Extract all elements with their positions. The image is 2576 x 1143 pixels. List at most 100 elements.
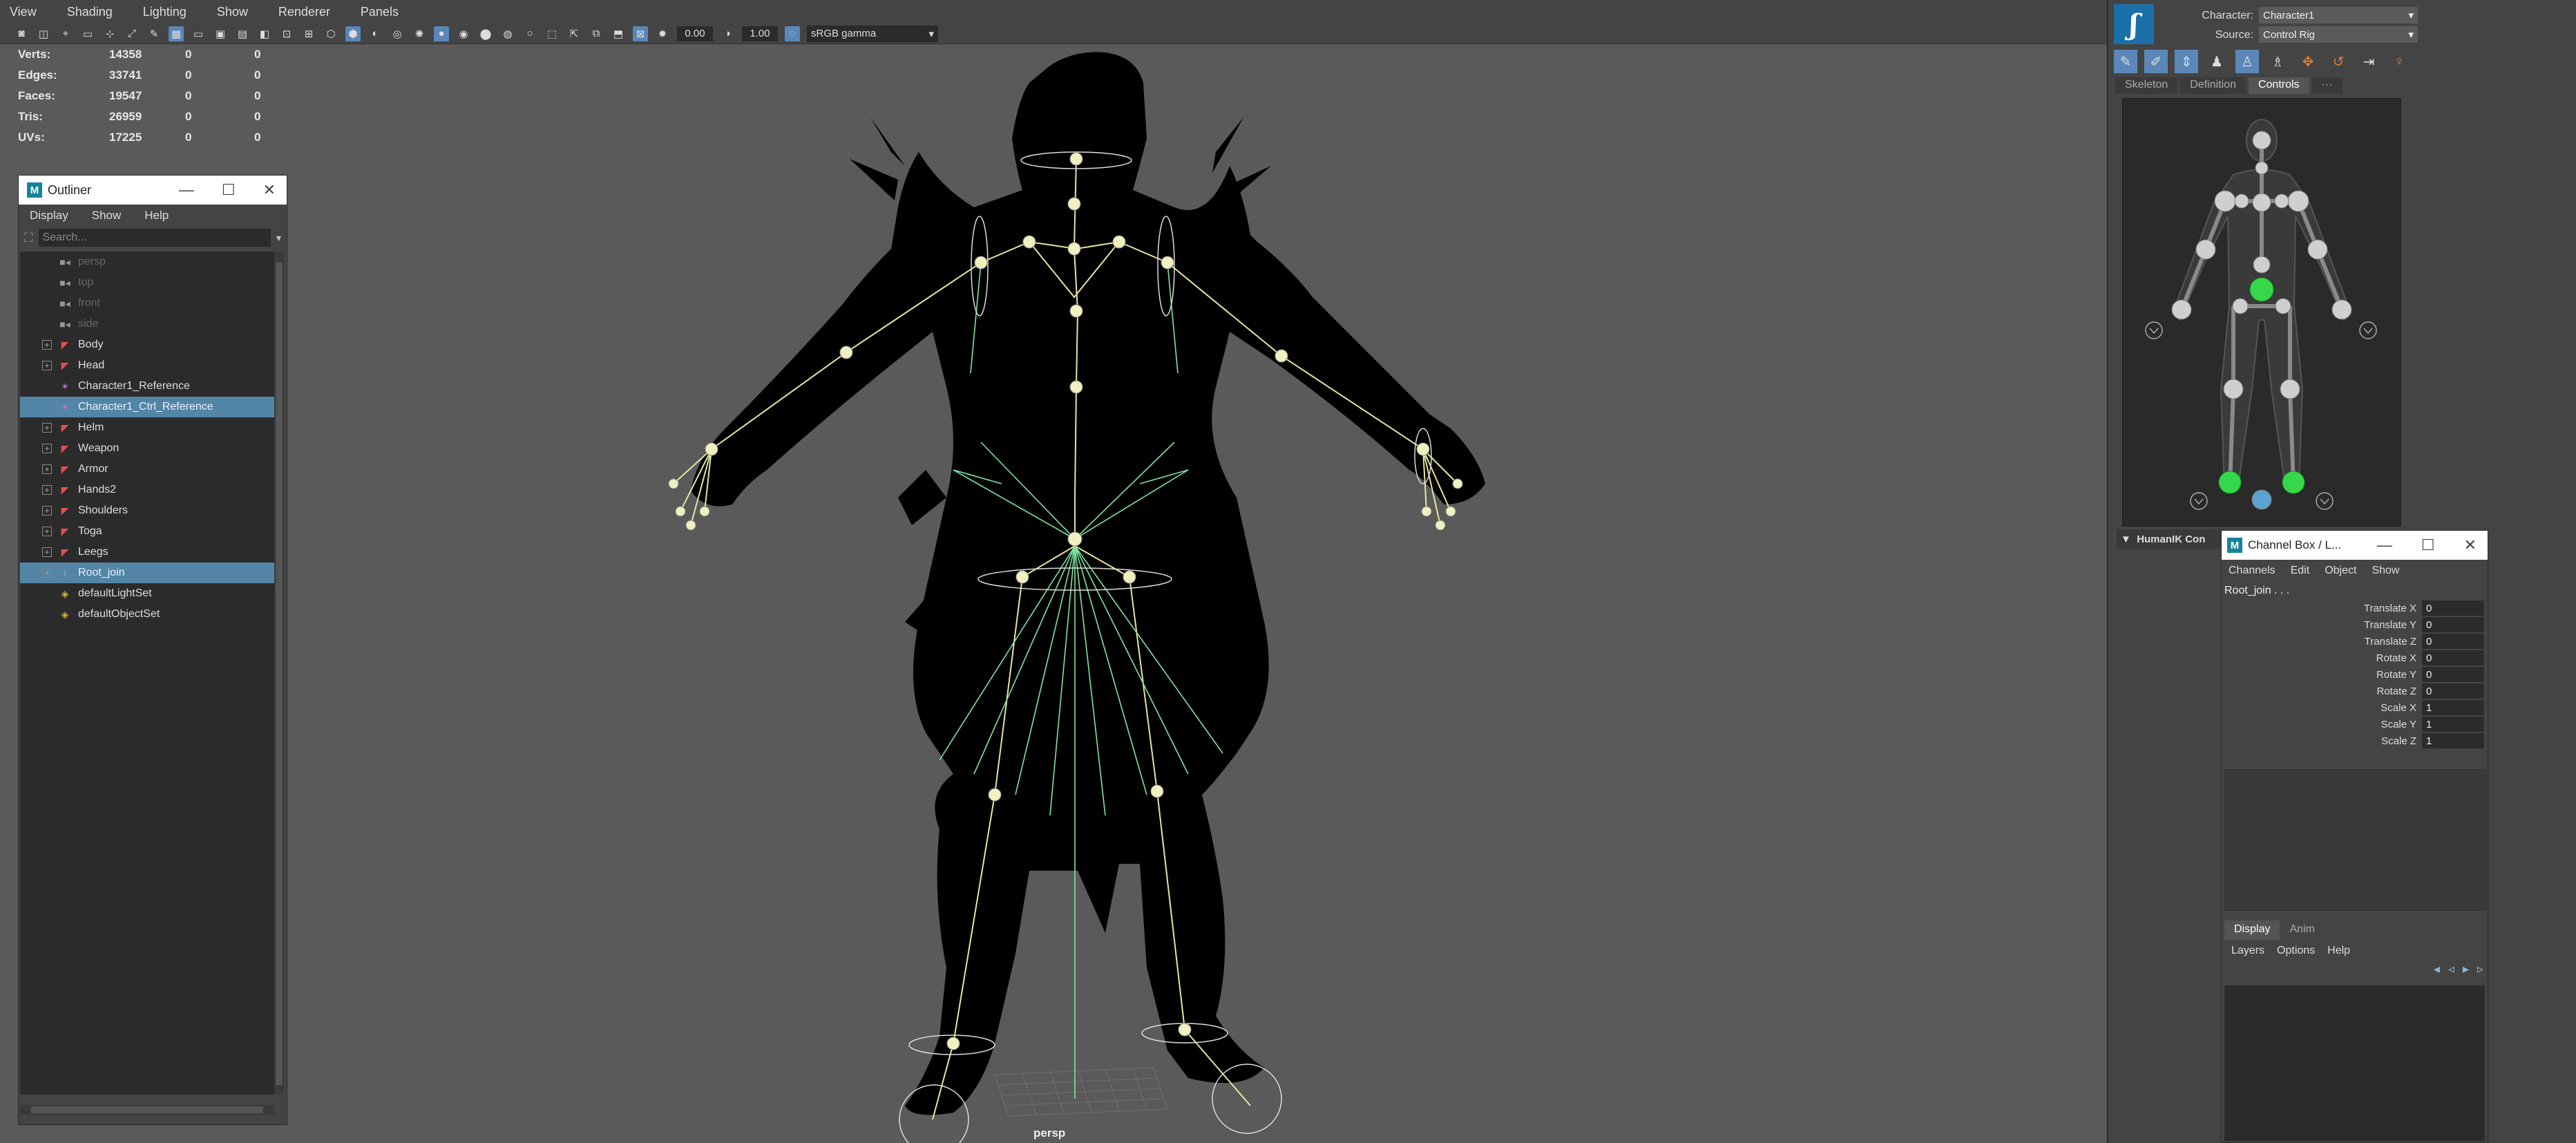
layer-menu-help[interactable]: Help [2327,945,2350,957]
channel-label[interactable]: Rotate Z [2222,686,2422,697]
channel-value-field[interactable]: 1 [2422,717,2484,732]
outliner-titlebar[interactable]: M Outliner — ☐ ✕ [19,176,287,205]
grease-pencil-icon[interactable]: ✎ [146,26,162,41]
outliner-item[interactable]: + ⟟ Root_join [20,563,274,583]
right-foot-effector[interactable] [2282,471,2305,494]
motion-blur-icon[interactable]: ○ [522,26,537,41]
menu-shading[interactable]: Shading [67,5,113,19]
tab-display-layers[interactable]: Display [2224,920,2280,940]
filter-icon[interactable]: ⛶ [24,231,33,245]
exposure-icon[interactable]: ✹ [655,26,670,41]
channel-value-field[interactable]: 0 [2422,601,2484,616]
viewport-panel[interactable]: View Shading Lighting Show Renderer Pane… [0,0,2107,1143]
expand-icon[interactable]: + [42,444,52,453]
minimize-icon[interactable]: — [179,181,194,199]
channel-label[interactable]: Rotate Y [2222,669,2422,681]
channel-row[interactable]: Rotate X0 [2222,650,2488,666]
outliner-vertical-scrollbar[interactable] [274,252,284,1095]
xray-joints-icon[interactable]: ⬢ [345,26,361,41]
outliner-item[interactable]: ■◂ front [20,293,274,314]
menu-lighting[interactable]: Lighting [143,5,187,19]
maximize-icon[interactable]: ☐ [222,181,236,199]
depth-of-field-icon[interactable]: ⇱ [566,26,582,41]
outliner-item[interactable]: + ◤ Helm [20,417,274,438]
channel-row[interactable]: Translate Z0 [2222,633,2488,650]
outliner-item[interactable]: ■◂ top [20,272,274,293]
outliner-window[interactable]: M Outliner — ☐ ✕ Display Show Help ⛶ Sea… [18,175,287,1125]
pan-zoom-icon[interactable]: ⤢ [124,26,140,41]
new-layer-selected-icon[interactable]: ▹ [2477,962,2483,976]
gate-mask-icon[interactable]: ▤ [235,26,250,41]
outliner-horizontal-scrollbar[interactable] [20,1105,274,1115]
translate-pin-icon[interactable]: ✥ [2296,50,2320,73]
camera-select-icon[interactable]: ◙ [14,26,29,41]
exposure-field[interactable]: 0.00 [677,26,713,41]
channel-box-window[interactable]: M Channel Box / L... — ☐ ✕ Channels Edit… [2221,530,2488,1143]
reach-icon[interactable]: ⇥ [2357,50,2381,73]
menu-panels[interactable]: Panels [361,5,399,19]
humanik-figure-svg[interactable] [2123,99,2401,526]
humanik-controls-section[interactable]: ▼ HumanIK Con [2117,529,2227,549]
channel-label[interactable]: Translate Y [2222,619,2422,631]
body-part-icon[interactable]: ♟ [2205,50,2229,73]
channel-row[interactable]: Translate Y0 [2222,616,2488,633]
character-pose-icon[interactable]: ♀ [2387,50,2411,73]
tab-more[interactable]: ··· [2311,77,2343,94]
expand-icon[interactable]: + [42,527,52,536]
close-icon[interactable]: ✕ [263,181,276,199]
selected-object-name[interactable]: Root_join . . . [2222,582,2488,600]
character-select[interactable]: Character1 ▾ [2259,7,2418,23]
xray-icon[interactable]: ◎ [390,26,405,41]
ambient-occlusion-icon[interactable]: ◉ [456,26,471,41]
maximize-icon[interactable]: ☐ [2421,536,2435,554]
expand-icon[interactable]: + [42,485,52,495]
camera-attr-icon[interactable]: ◫ [36,26,51,41]
antialias-icon[interactable]: ⬚ [544,26,560,41]
wireframe-cube-icon[interactable]: ⬡ [323,26,338,41]
lights-icon[interactable]: ✺ [412,26,427,41]
color-management-icon[interactable]: ◌ [785,26,800,41]
outliner-tree[interactable]: ■◂ persp ■◂ top ■◂ front ■◂ side + ◤ Body + ◤ Head ✶ Ch… [20,252,274,1095]
expand-icon[interactable]: + [42,423,52,433]
scrollbar-thumb[interactable] [276,263,283,1085]
channel-value-field[interactable]: 0 [2422,650,2484,665]
menu-show[interactable]: Show [217,5,248,19]
cb-menu-object[interactable]: Object [2325,565,2356,577]
expand-icon[interactable]: + [42,547,52,557]
field-chart-icon[interactable]: ◧ [257,26,272,41]
minimize-icon[interactable]: — [2377,536,2392,554]
shaded-icon[interactable]: ⬤ [478,26,493,41]
channel-value-field[interactable]: 1 [2422,733,2484,748]
full-body-icon[interactable]: ⇕ [2175,50,2198,73]
outliner-item[interactable]: + ◤ Hands2 [20,480,274,500]
outliner-item[interactable]: + ◤ Body [20,334,274,355]
channel-box-titlebar[interactable]: M Channel Box / L... — ☐ ✕ [2222,531,2488,560]
outliner-menu-show[interactable]: Show [92,209,122,223]
outliner-item[interactable]: ✶ Character1_Ctrl_Reference [20,397,274,417]
outliner-menu-help[interactable]: Help [144,209,169,223]
pinning-icon[interactable]: ♙ [2235,50,2259,73]
outliner-item[interactable]: + ◤ Leegs [20,542,274,563]
expand-icon[interactable]: + [42,361,52,370]
new-empty-layer-icon[interactable]: ▸ [2463,962,2469,976]
channel-label[interactable]: Translate Z [2222,636,2422,648]
channel-value-field[interactable]: 0 [2422,667,2484,682]
outliner-menu-display[interactable]: Display [30,209,68,223]
layer-menu-options[interactable]: Options [2277,945,2315,957]
chevron-down-icon[interactable]: ▾ [276,232,281,244]
source-select[interactable]: Control Rig ▾ [2259,26,2418,43]
tab-anim-layers[interactable]: Anim [2280,920,2324,940]
outliner-item[interactable]: + ◤ Toga [20,521,274,542]
channel-value-field[interactable]: 0 [2422,617,2484,632]
scrollbar-thumb[interactable] [31,1106,263,1113]
stereo-icon[interactable]: ⊠ [633,26,648,41]
channel-row[interactable]: Scale Z1 [2222,733,2488,749]
rotate-pin-icon[interactable]: ↺ [2327,50,2350,73]
expand-icon[interactable]: + [42,340,52,350]
menu-renderer[interactable]: Renderer [278,5,330,19]
outliner-item[interactable]: ■◂ side [20,314,274,334]
tab-definition[interactable]: Definition [2180,77,2246,94]
channel-value-field[interactable]: 0 [2422,634,2484,649]
channel-row[interactable]: Rotate Y0 [2222,666,2488,683]
move-layer-up-icon[interactable]: ◂ [2434,962,2440,976]
